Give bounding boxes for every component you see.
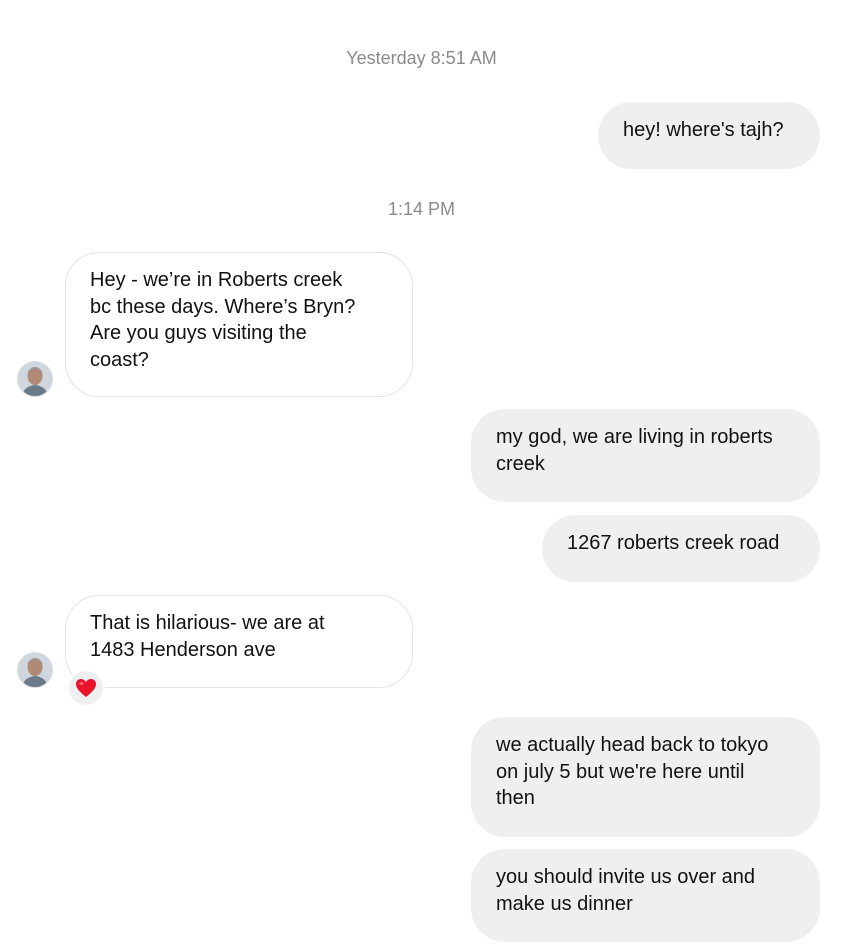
timestamp: 1:14 PM bbox=[387, 199, 456, 219]
message-bubble-outgoing[interactable]: hey! where's tajh? bbox=[598, 102, 820, 169]
message-bubble-outgoing[interactable]: you should invite us over and make us di… bbox=[471, 849, 820, 942]
timestamp: Yesterday 8:51 AM bbox=[346, 48, 497, 68]
message-bubble-outgoing[interactable]: 1267 roberts creek road bbox=[542, 515, 820, 582]
contact-avatar[interactable] bbox=[17, 361, 53, 397]
contact-avatar[interactable] bbox=[17, 652, 53, 688]
heart-icon bbox=[76, 679, 96, 697]
reaction-badge[interactable] bbox=[67, 669, 105, 707]
message-bubble-outgoing[interactable]: we actually head back to tokyo on july 5… bbox=[471, 717, 820, 837]
message-bubble-incoming[interactable]: Hey - we’re in Roberts creek bc these da… bbox=[65, 252, 413, 397]
message-bubble-incoming[interactable]: That is hilarious- we are at 1483 Hender… bbox=[65, 595, 413, 688]
message-bubble-outgoing[interactable]: my god, we are living in roberts creek bbox=[471, 409, 820, 502]
avatar-image bbox=[18, 362, 52, 396]
avatar-image bbox=[18, 653, 52, 687]
